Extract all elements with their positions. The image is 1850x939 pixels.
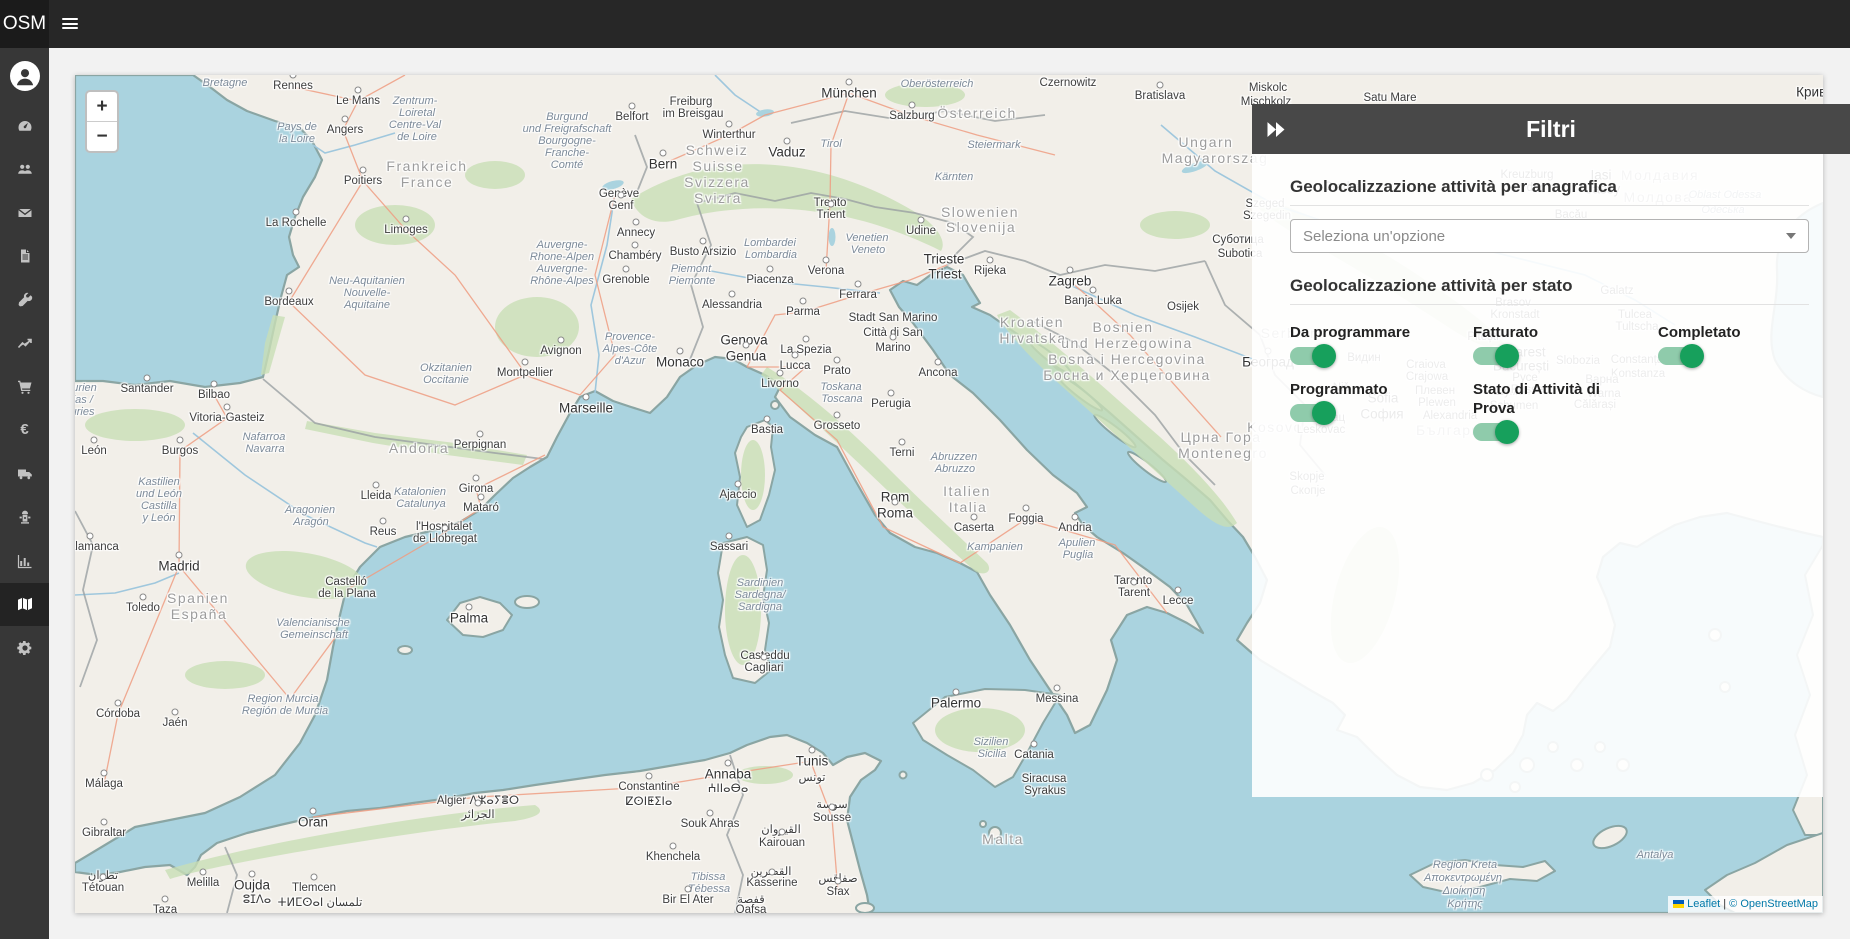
top-navbar: OSM	[0, 0, 1850, 48]
sidebar-item-trends[interactable]	[0, 322, 49, 366]
toggle-item: Stato di Attività di Prova	[1473, 380, 1658, 444]
toggle-switch[interactable]	[1473, 420, 1519, 444]
toggle-item: Fatturato	[1473, 323, 1658, 368]
sidebar-item-users[interactable]	[0, 148, 49, 192]
messages-icon	[17, 205, 33, 221]
sidebar-item-truck[interactable]	[0, 452, 49, 496]
select-caret-icon	[1786, 233, 1796, 239]
dashboard-icon	[17, 118, 33, 134]
sidebar-item-messages[interactable]	[0, 191, 49, 235]
sidebar-item-map[interactable]	[0, 583, 49, 627]
section-stato-title: Geolocalizzazione attività per stato	[1290, 276, 1809, 296]
users-icon	[17, 161, 33, 177]
section-divider	[1290, 205, 1809, 206]
trends-icon	[17, 335, 33, 351]
sidebar-item-profile[interactable]	[0, 48, 49, 104]
select-placeholder: Seleziona un'opzione	[1303, 228, 1445, 245]
zoom-in-button[interactable]: +	[87, 92, 117, 122]
openstreetmap-link[interactable]: © OpenStreetMap	[1729, 898, 1818, 910]
toggle-switch[interactable]	[1290, 344, 1336, 368]
panel-collapse-icon[interactable]	[1265, 121, 1287, 138]
toggle-label: Stato di Attività di Prova	[1473, 380, 1633, 418]
icon-sidebar: €	[0, 48, 49, 939]
map-attribution: Leaflet | © OpenStreetMap	[1668, 896, 1823, 913]
toggle-item: Completato	[1658, 323, 1809, 368]
settings-icon	[17, 640, 33, 656]
sidebar-item-dashboard[interactable]	[0, 104, 49, 148]
section-anagrafica-title: Geolocalizzazione attività per anagrafic…	[1290, 177, 1809, 197]
toggle-switch[interactable]	[1658, 344, 1704, 368]
sidebar-item-hydrant[interactable]	[0, 496, 49, 540]
euro-icon: €	[20, 422, 28, 438]
user-avatar-icon	[10, 61, 40, 91]
tools-icon	[17, 292, 33, 308]
hambur ger-menu-icon[interactable]	[62, 18, 78, 30]
app-logo[interactable]: OSM	[0, 0, 49, 48]
truck-icon	[17, 466, 33, 482]
documents-icon	[17, 248, 33, 264]
sidebar-item-documents[interactable]	[0, 235, 49, 279]
ukraine-flag-icon	[1673, 900, 1684, 908]
status-toggles-grid: Da programmare Fatturato Completato Program…	[1290, 323, 1809, 444]
leaflet-link[interactable]: Leaflet	[1687, 898, 1720, 910]
zoom-out-button[interactable]: −	[87, 122, 117, 151]
map-zoom-control: + −	[85, 90, 119, 153]
toggle-label: Fatturato	[1473, 323, 1633, 342]
map-icon	[17, 596, 33, 612]
sidebar-item-settings[interactable]	[0, 626, 49, 670]
sidebar-item-cart[interactable]	[0, 365, 49, 409]
anagrafica-select[interactable]: Seleziona un'opzione	[1290, 219, 1809, 253]
toggle-item: Programmato	[1290, 380, 1473, 444]
toggle-label: Da programmare	[1290, 323, 1450, 342]
sidebar-item-euro[interactable]: €	[0, 409, 49, 453]
statistics-icon	[17, 553, 33, 569]
filter-panel-header: Filtri	[1252, 104, 1850, 154]
toggle-label: Completato	[1658, 323, 1809, 342]
hydrant-icon	[17, 509, 33, 525]
cart-icon	[17, 379, 33, 395]
sidebar-item-tools[interactable]	[0, 278, 49, 322]
toggle-switch[interactable]	[1473, 344, 1519, 368]
toggle-label: Programmato	[1290, 380, 1450, 399]
section-divider	[1290, 304, 1809, 305]
toggle-switch[interactable]	[1290, 401, 1336, 425]
toggle-item: Da programmare	[1290, 323, 1473, 368]
filter-panel-body: Geolocalizzazione attività per anagrafic…	[1252, 154, 1823, 797]
sidebar-item-statistics[interactable]	[0, 539, 49, 583]
filter-panel-title: Filtri	[1252, 116, 1850, 143]
attribution-separator: |	[1720, 898, 1729, 910]
